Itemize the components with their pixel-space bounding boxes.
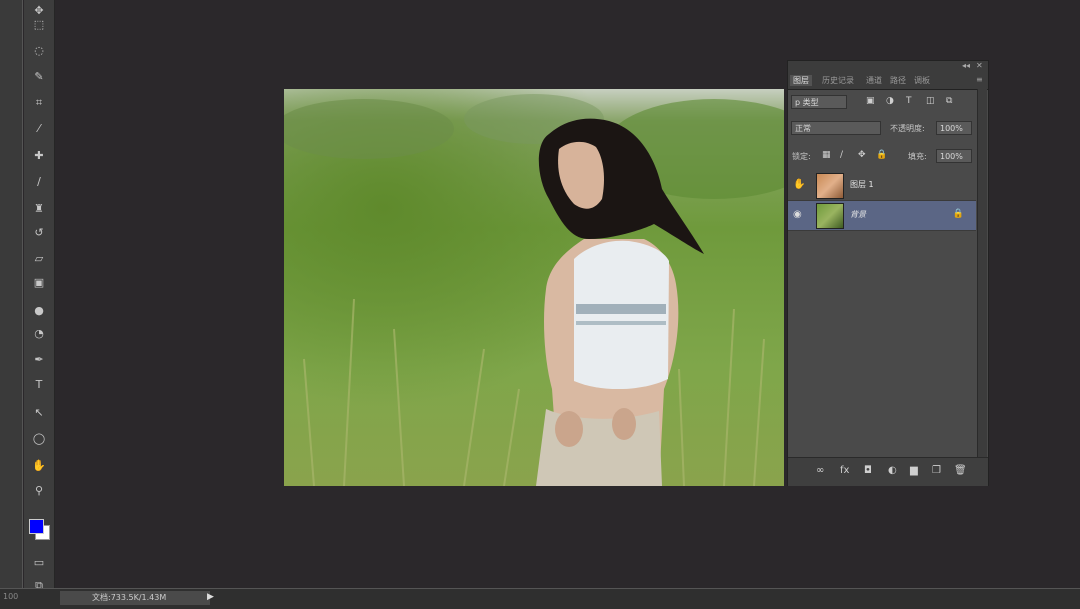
brush-icon[interactable]: ∕ [27, 171, 51, 191]
type-icon[interactable]: T [27, 374, 51, 394]
document-canvas[interactable] [284, 89, 784, 486]
panel-tabs: 图层 历史记录 通道 路径 调板 ≡ [788, 73, 988, 90]
vertical-ruler [0, 0, 23, 590]
visibility-eye-icon[interactable]: ◉ [793, 209, 802, 220]
layer-name[interactable]: 背景 [850, 209, 866, 220]
layer-name[interactable]: 图层 1 [850, 179, 874, 190]
collapse-panel-icon[interactable]: ◂◂ [962, 61, 970, 70]
trash-icon[interactable]: 🗑 [954, 465, 967, 476]
zoom-icon[interactable]: ⚲ [27, 480, 51, 500]
pixel-filter-icon[interactable]: ▣ [866, 96, 875, 106]
layer-style-icon[interactable]: fx [840, 465, 849, 476]
close-panel-icon[interactable]: ✕ [976, 61, 983, 70]
new-group-icon[interactable]: ▆ [910, 465, 918, 476]
tab-adjust[interactable]: 调板 [914, 75, 930, 86]
status-menu-arrow-icon[interactable]: ▶ [207, 592, 214, 602]
layers-panel: ◂◂ ✕ 图层 历史记录 通道 路径 调板 ≡ p 类型 ▣ ◑ T ◫ ⧉ 正… [787, 60, 989, 486]
panel-title-bar: ◂◂ ✕ [788, 61, 988, 73]
opacity-input[interactable]: 100% [936, 121, 972, 135]
gradient-icon[interactable]: ▣ [27, 272, 51, 292]
layer-kind-filter[interactable]: p 类型 [791, 95, 847, 109]
fill-label: 填充: [908, 152, 927, 161]
adjustment-layer-icon[interactable]: ◐ [888, 465, 897, 476]
marquee-icon[interactable]: ⬚ [27, 14, 51, 34]
status-bar: 100 文档:733.5K/1.43M ▶ [0, 588, 1080, 609]
dodge-icon[interactable]: ◔ [27, 323, 51, 343]
foreground-color-swatch[interactable] [29, 519, 44, 534]
eyedropper-icon[interactable]: ⁄ [27, 118, 51, 138]
quick-select-icon[interactable]: ✎ [27, 66, 51, 86]
layers-list: ✋ 图层 1 ◉ 背景 🔒 [788, 171, 976, 456]
layers-scrollbar[interactable] [977, 89, 987, 457]
lasso-icon[interactable]: ◌ [27, 40, 51, 60]
blend-mode-select[interactable]: 正常 [791, 121, 881, 135]
photo-image [284, 89, 784, 486]
hand-icon[interactable]: ✋ [27, 455, 51, 475]
tab-history[interactable]: 历史记录 [822, 75, 854, 86]
hand-cursor-icon[interactable]: ✋ [793, 179, 805, 190]
path-select-icon[interactable]: ↖ [27, 402, 51, 422]
layers-panel-footer: ∞ fx ◘ ◐ ▆ ❐ 🗑 [788, 457, 988, 486]
lock-label: 锁定: [792, 152, 811, 161]
blend-row: 正常 不透明度: 100% [788, 119, 976, 141]
panel-menu-icon[interactable]: ≡ [976, 75, 983, 84]
eraser-icon[interactable]: ▱ [27, 248, 51, 268]
clone-stamp-icon[interactable]: ♜ [27, 198, 51, 218]
blur-icon[interactable]: ● [27, 300, 51, 320]
lock-row: 锁定: ▦ ∕ ✥ 🔒 填充: 100% [788, 147, 976, 169]
lock-image-icon[interactable]: ∕ [840, 150, 843, 160]
pen-icon[interactable]: ✒ [27, 349, 51, 369]
layer-row-background[interactable]: ◉ 背景 🔒 [788, 201, 976, 231]
adjustment-filter-icon[interactable]: ◑ [886, 96, 894, 106]
quick-mask-icon[interactable]: ▭ [27, 552, 51, 572]
tab-paths[interactable]: 路径 [890, 75, 906, 86]
new-layer-icon[interactable]: ❐ [932, 465, 941, 476]
type-filter-icon[interactable]: T [906, 96, 912, 106]
tools-panel: ▭ ⧉ ✥ ⬚ ◌ ✎ ⌗ ⁄ ✚ ∕ ♜ ↺ ▱ ▣ ● ◔ ✒ T ↖ ◯ ✋ ⚲ [24, 0, 55, 598]
tab-layers[interactable]: 图层 [790, 75, 812, 86]
add-mask-icon[interactable]: ◘ [864, 465, 872, 476]
lock-transparent-icon[interactable]: ▦ [822, 150, 831, 160]
layer-lock-icon: 🔒 [952, 209, 964, 219]
layer-thumbnail [816, 203, 844, 229]
lock-all-icon[interactable]: 🔒 [876, 150, 887, 160]
smart-object-filter-icon[interactable]: ⧉ [946, 96, 952, 106]
shape-filter-icon[interactable]: ◫ [926, 96, 935, 106]
spot-heal-icon[interactable]: ✚ [27, 145, 51, 165]
zoom-level[interactable]: 100 [3, 592, 18, 601]
layer-row-1[interactable]: ✋ 图层 1 [788, 171, 976, 201]
tab-channels[interactable]: 通道 [866, 75, 882, 86]
lock-position-icon[interactable]: ✥ [858, 150, 866, 160]
opacity-label: 不透明度: [890, 124, 925, 133]
layer-thumbnail [816, 173, 844, 199]
crop-icon[interactable]: ⌗ [27, 93, 51, 113]
link-layers-icon[interactable]: ∞ [816, 465, 824, 476]
history-brush-icon[interactable]: ↺ [27, 222, 51, 242]
document-info[interactable]: 文档:733.5K/1.43M [60, 591, 210, 605]
fill-input[interactable]: 100% [936, 149, 972, 163]
shape-icon[interactable]: ◯ [27, 428, 51, 448]
filter-row: p 类型 ▣ ◑ T ◫ ⧉ [788, 93, 976, 115]
